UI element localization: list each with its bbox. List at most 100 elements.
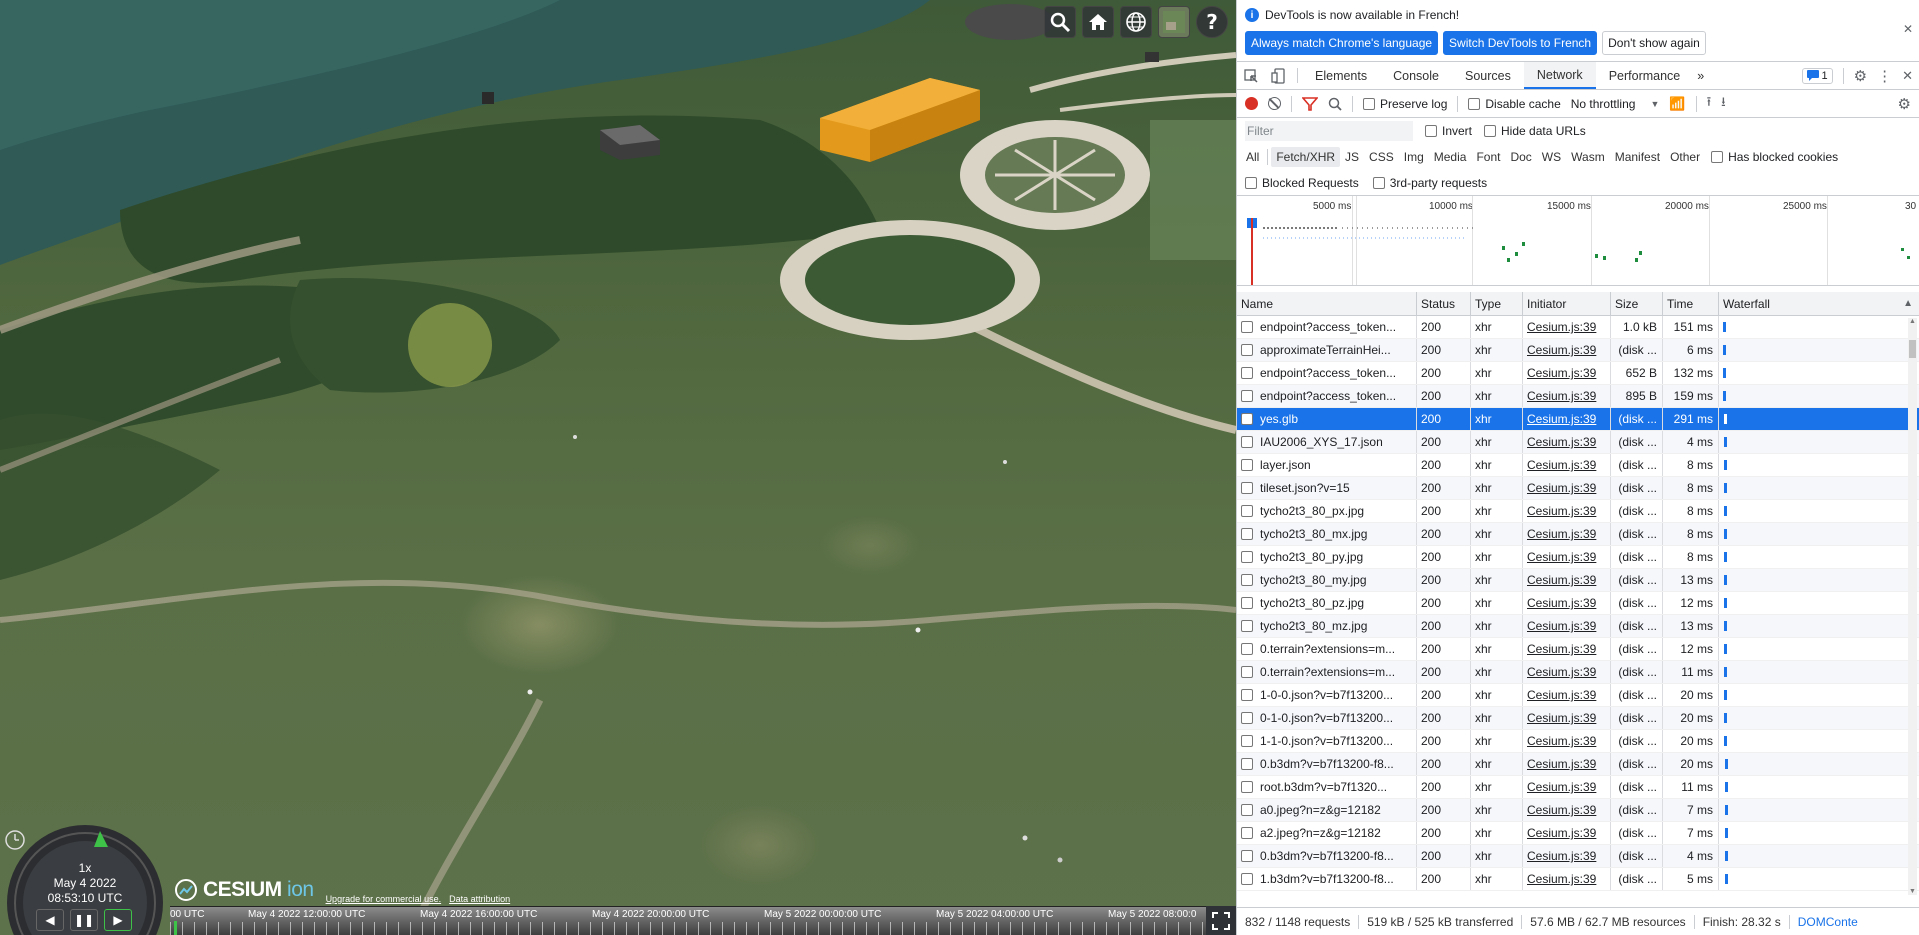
row-checkbox[interactable] (1241, 528, 1253, 540)
network-overview[interactable]: 5000 ms 10000 ms 15000 ms 20000 ms 25000… (1237, 196, 1919, 286)
request-initiator[interactable]: Cesium.js:39 (1527, 458, 1596, 472)
row-checkbox[interactable] (1241, 666, 1253, 678)
row-checkbox[interactable] (1241, 574, 1253, 586)
table-row[interactable]: 0.b3dm?v=b7f13200-f8... 200 xhr Cesium.js:3… (1237, 845, 1919, 868)
request-initiator-cell[interactable]: Cesium.js:39 (1523, 316, 1611, 338)
table-scrollbar[interactable]: ▲ ▼ (1908, 318, 1917, 895)
row-checkbox[interactable] (1241, 873, 1253, 885)
request-initiator[interactable]: Cesium.js:39 (1527, 734, 1596, 748)
disable-cache-checkbox[interactable]: Disable cache (1468, 97, 1561, 111)
table-row[interactable]: tycho2t3_80_py.jpg 200 xhr Cesium.js:39 (dis… (1237, 546, 1919, 569)
row-checkbox[interactable] (1241, 735, 1253, 747)
geocoder-search-button[interactable] (1044, 6, 1076, 38)
request-initiator[interactable]: Cesium.js:39 (1527, 642, 1596, 656)
table-row[interactable]: yes.glb 200 xhr Cesium.js:39 (disk ... 291 ms (1237, 408, 1919, 431)
table-row[interactable]: 0-1-0.json?v=b7f13200... 200 xhr Cesium.js:… (1237, 707, 1919, 730)
request-initiator[interactable]: Cesium.js:39 (1527, 412, 1596, 426)
table-row[interactable]: tileset.json?v=15 200 xhr Cesium.js:39 (disk… (1237, 477, 1919, 500)
hide-data-urls-checkbox[interactable]: Hide data URLs (1484, 124, 1586, 138)
play-forward-button[interactable]: ▶ (104, 909, 132, 931)
scrollbar-thumb[interactable] (1909, 340, 1916, 358)
record-icon[interactable] (1245, 97, 1258, 110)
table-row[interactable]: tycho2t3_80_px.jpg 200 xhr Cesium.js:39 (dis… (1237, 500, 1919, 523)
row-checkbox[interactable] (1241, 758, 1253, 770)
table-row[interactable]: tycho2t3_80_pz.jpg 200 xhr Cesium.js:39 (dis… (1237, 592, 1919, 615)
request-initiator-cell[interactable]: Cesium.js:39 (1523, 408, 1611, 430)
row-checkbox[interactable] (1241, 804, 1253, 816)
type-font[interactable]: Font (1471, 147, 1505, 167)
request-initiator[interactable]: Cesium.js:39 (1527, 619, 1596, 633)
request-initiator-cell[interactable]: Cesium.js:39 (1523, 868, 1611, 890)
export-har-icon[interactable]: ⭳ (1721, 93, 1726, 115)
type-manifest[interactable]: Manifest (1610, 147, 1665, 167)
request-initiator-cell[interactable]: Cesium.js:39 (1523, 776, 1611, 798)
row-checkbox[interactable] (1241, 712, 1253, 724)
request-initiator-cell[interactable]: Cesium.js:39 (1523, 385, 1611, 407)
row-checkbox[interactable] (1241, 436, 1253, 448)
type-fetch-xhr[interactable]: Fetch/XHR (1271, 147, 1341, 167)
throttling-select[interactable]: No throttling ▼ (1571, 97, 1660, 111)
table-row[interactable]: 1-0-0.json?v=b7f13200... 200 xhr Cesium.js:… (1237, 684, 1919, 707)
filter-icon[interactable] (1302, 96, 1318, 112)
request-initiator[interactable]: Cesium.js:39 (1527, 757, 1596, 771)
filter-input[interactable]: Filter (1245, 121, 1413, 141)
tab-sources[interactable]: Sources (1452, 62, 1524, 89)
inspect-element-icon[interactable] (1237, 62, 1265, 89)
row-checkbox[interactable] (1241, 367, 1253, 379)
type-other[interactable]: Other (1665, 147, 1705, 167)
request-initiator-cell[interactable]: Cesium.js:39 (1523, 661, 1611, 683)
column-waterfall[interactable]: Waterfall ▲ (1719, 292, 1919, 315)
row-checkbox[interactable] (1241, 344, 1253, 356)
request-initiator-cell[interactable]: Cesium.js:39 (1523, 799, 1611, 821)
row-checkbox[interactable] (1241, 689, 1253, 701)
tab-network[interactable]: Network (1523, 62, 1596, 89)
request-initiator-cell[interactable]: Cesium.js:39 (1523, 500, 1611, 522)
base-layer-picker-button[interactable] (1158, 6, 1190, 38)
more-tabs-icon[interactable]: » (1693, 62, 1708, 89)
request-initiator[interactable]: Cesium.js:39 (1527, 665, 1596, 679)
table-row[interactable]: 0.b3dm?v=b7f13200-f8... 200 xhr Cesium.js:3… (1237, 753, 1919, 776)
request-initiator[interactable]: Cesium.js:39 (1527, 780, 1596, 794)
more-options-icon[interactable]: ⋮ (1877, 67, 1892, 85)
network-conditions-icon[interactable]: 📶 (1669, 96, 1685, 112)
type-doc[interactable]: Doc (1505, 147, 1536, 167)
table-row[interactable]: 0.terrain?extensions=m... 200 xhr Cesium.js… (1237, 638, 1919, 661)
data-attribution-link[interactable]: Data attribution (449, 894, 510, 904)
pause-button[interactable]: ❚❚ (70, 909, 98, 931)
request-initiator-cell[interactable]: Cesium.js:39 (1523, 753, 1611, 775)
table-row[interactable]: tycho2t3_80_mz.jpg 200 xhr Cesium.js:39 (dis… (1237, 615, 1919, 638)
cesium-logo[interactable]: CESIUM ion (203, 878, 314, 902)
table-row[interactable]: endpoint?access_token... 200 xhr Cesium.js:… (1237, 385, 1919, 408)
request-initiator-cell[interactable]: Cesium.js:39 (1523, 546, 1611, 568)
dont-show-again-button[interactable]: Don't show again (1602, 31, 1706, 55)
table-row[interactable]: tycho2t3_80_my.jpg 200 xhr Cesium.js:39 (dis… (1237, 569, 1919, 592)
row-checkbox[interactable] (1241, 482, 1253, 494)
row-checkbox[interactable] (1241, 551, 1253, 563)
request-initiator-cell[interactable]: Cesium.js:39 (1523, 684, 1611, 706)
table-row[interactable]: tycho2t3_80_mx.jpg 200 xhr Cesium.js:39 (dis… (1237, 523, 1919, 546)
table-row[interactable]: root.b3dm?v=b7f1320... 200 xhr Cesium.js:39… (1237, 776, 1919, 799)
request-initiator[interactable]: Cesium.js:39 (1527, 596, 1596, 610)
device-toolbar-icon[interactable] (1265, 62, 1293, 89)
request-initiator-cell[interactable]: Cesium.js:39 (1523, 615, 1611, 637)
has-blocked-cookies-checkbox[interactable]: Has blocked cookies (1711, 150, 1838, 164)
type-ws[interactable]: WS (1537, 147, 1566, 167)
clear-icon[interactable] (1268, 97, 1281, 110)
request-initiator[interactable]: Cesium.js:39 (1527, 481, 1596, 495)
request-initiator-cell[interactable]: Cesium.js:39 (1523, 822, 1611, 844)
import-har-icon[interactable]: ⭱ (1707, 93, 1712, 115)
tab-elements[interactable]: Elements (1302, 62, 1380, 89)
row-checkbox[interactable] (1241, 321, 1253, 333)
row-checkbox[interactable] (1241, 827, 1253, 839)
request-initiator[interactable]: Cesium.js:39 (1527, 711, 1596, 725)
tab-console[interactable]: Console (1380, 62, 1452, 89)
scene-mode-button[interactable] (1120, 6, 1152, 38)
request-initiator[interactable]: Cesium.js:39 (1527, 849, 1596, 863)
column-initiator[interactable]: Initiator (1523, 292, 1611, 315)
table-row[interactable]: a0.jpeg?n=z&g=12182 200 xhr Cesium.js:39 (di… (1237, 799, 1919, 822)
request-initiator-cell[interactable]: Cesium.js:39 (1523, 431, 1611, 453)
row-checkbox[interactable] (1241, 643, 1253, 655)
upgrade-link[interactable]: Upgrade for commercial use. (326, 894, 442, 904)
timeline-needle[interactable] (174, 921, 177, 935)
request-initiator[interactable]: Cesium.js:39 (1527, 550, 1596, 564)
